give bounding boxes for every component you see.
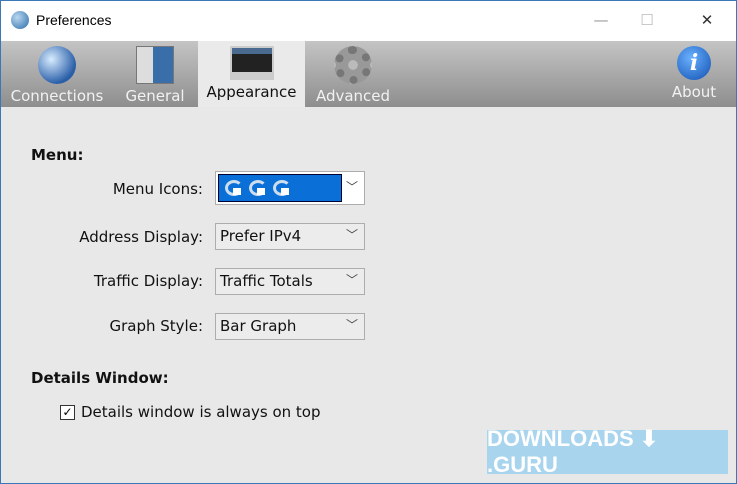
select-value: Prefer IPv4	[220, 227, 302, 245]
always-on-top-label[interactable]: Details window is always on top	[81, 403, 321, 421]
details-window-heading: Details Window:	[31, 369, 169, 387]
menu-icons-select[interactable]: ﹀	[215, 171, 365, 205]
lock-icon	[225, 180, 243, 196]
info-icon: i	[677, 46, 711, 80]
address-display-label: Address Display:	[79, 228, 203, 246]
tab-general[interactable]: General	[119, 41, 191, 107]
menu-icons-value	[218, 174, 342, 202]
traffic-display-select[interactable]: Traffic Totals ﹀	[215, 268, 365, 295]
app-icon	[11, 11, 29, 29]
watermark: DOWNLOADS ⬇ .GURU	[487, 426, 728, 477]
tab-connections[interactable]: Connections	[5, 41, 109, 107]
traffic-display-label: Traffic Display:	[93, 272, 203, 290]
chevron-down-icon: ﹀	[345, 180, 358, 194]
graph-style-select[interactable]: Bar Graph ﹀	[215, 313, 365, 340]
select-value: Bar Graph	[220, 317, 297, 335]
tab-label: General	[125, 87, 185, 105]
title-bar: Preferences — ☐ ✕	[1, 1, 736, 41]
tab-appearance[interactable]: Appearance	[198, 41, 305, 107]
chevron-down-icon: ﹀	[345, 318, 358, 332]
window-title: Preferences	[36, 12, 112, 28]
tab-label: Connections	[10, 87, 104, 105]
graph-style-label: Graph Style:	[109, 317, 203, 335]
monitor-icon	[229, 46, 274, 80]
switch-icon	[136, 46, 174, 84]
preferences-toolbar: Connections General Appearance Advanced …	[1, 41, 736, 107]
globe-lock-icon	[38, 46, 76, 84]
gear-icon	[334, 46, 372, 84]
tab-advanced[interactable]: Advanced	[311, 41, 395, 107]
close-button[interactable]: ✕	[684, 1, 730, 39]
chevron-down-icon: ﹀	[345, 273, 358, 287]
always-on-top-checkbox[interactable]: ✓	[60, 405, 75, 420]
chevron-down-icon: ﹀	[345, 228, 358, 242]
tab-about[interactable]: i About	[665, 41, 723, 107]
address-display-select[interactable]: Prefer IPv4 ﹀	[215, 223, 365, 250]
menu-heading: Menu:	[31, 146, 84, 164]
tab-label: Appearance	[206, 83, 297, 101]
lock-icon	[273, 180, 291, 196]
minimize-button[interactable]: —	[578, 1, 624, 39]
select-value: Traffic Totals	[220, 272, 313, 290]
menu-icons-label: Menu Icons:	[112, 180, 203, 198]
tab-label: About	[671, 83, 717, 101]
lock-icon	[249, 180, 267, 196]
maximize-button[interactable]: ☐	[624, 1, 670, 39]
tab-label: Advanced	[315, 87, 391, 105]
